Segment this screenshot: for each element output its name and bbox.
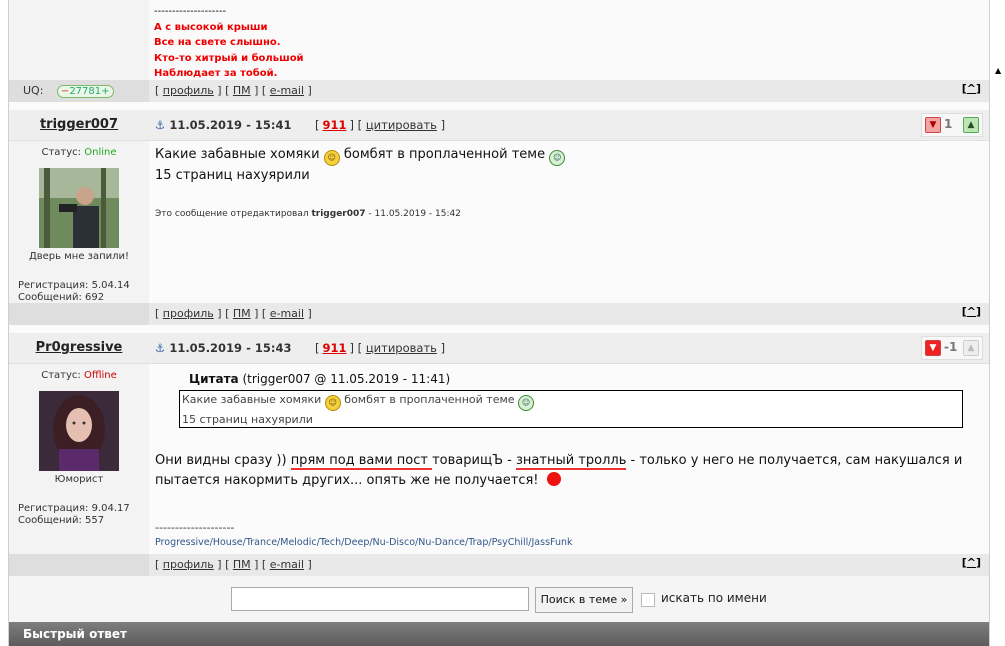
user-title: Дверь мне запили!: [28, 251, 130, 262]
profile-link[interactable]: профиль: [163, 84, 214, 97]
uq-value: 27781: [69, 86, 102, 97]
thumbs-up-icon[interactable]: ▲: [963, 340, 979, 356]
thumbs-up-icon[interactable]: ▲: [963, 117, 979, 133]
quote-meta: (trigger007 @ 11.05.2019 - 11:41): [242, 372, 451, 386]
user-links: [ профиль ] [ ПМ ] [ e-mail ]: [155, 558, 312, 571]
signature-dashes: --------------------: [154, 6, 227, 17]
uq-plus-icon[interactable]: +: [101, 86, 109, 97]
signature-line: Все на свете слышно.: [154, 37, 281, 48]
post-header: Pr0gressive ⚓ 11.05.2019 - 15:43 [911] [ …: [9, 333, 989, 364]
quote-label: Цитата: [189, 372, 239, 386]
smile-icon: ☺: [323, 150, 340, 166]
search-input[interactable]: [231, 587, 529, 611]
registration-date: Регистрация: 5.04.14: [18, 280, 130, 291]
scroll-up-arrow-icon[interactable]: ▲: [995, 66, 1001, 75]
scroll-top-button[interactable]: [^]: [962, 82, 981, 95]
signature-dashes: --------------------: [155, 521, 235, 534]
post-rating: ▼ -1 ▲: [921, 336, 983, 360]
smile-icon: ☺: [324, 395, 341, 411]
post-footer-bar: [ профиль ] [ ПМ ] [ e-mail ] [^]: [9, 303, 989, 325]
avatar[interactable]: [39, 391, 119, 471]
signature-genres: Progressive/House/Trance/Melodic/Tech/De…: [155, 537, 573, 548]
scroll-top-button[interactable]: [^]: [962, 556, 981, 569]
uq-rating: UQ: −27781+: [23, 84, 114, 98]
post-body: Какие забавные хомяки ☺ бомбят в проплач…: [155, 145, 566, 186]
post-rating: ▼ 1 ▲: [921, 113, 983, 137]
search-by-name-label: искать по имени: [661, 591, 767, 605]
post-number-link[interactable]: 911: [323, 341, 347, 355]
quote-block: Какие забавные хомяки ☺ бомбят в проплач…: [179, 390, 963, 428]
anchor-icon[interactable]: ⚓: [155, 118, 165, 132]
avatar[interactable]: [39, 168, 119, 248]
quick-reply-header[interactable]: Быстрый ответ: [9, 622, 989, 646]
registration-date: Регистрация: 9.04.17: [18, 503, 130, 514]
scroll-top-button[interactable]: [^]: [962, 305, 981, 318]
post-author[interactable]: trigger007: [9, 117, 149, 132]
quote-header: Цитата (trigger007 @ 11.05.2019 - 11:41): [189, 372, 450, 386]
search-button[interactable]: Поиск в теме »: [535, 587, 633, 613]
search-by-name-checkbox[interactable]: [641, 593, 655, 607]
rating-value: -1: [944, 340, 958, 354]
bar-user-cell: [9, 303, 149, 325]
post-actions: [911] [ цитировать ]: [315, 341, 446, 355]
post-number-link[interactable]: 911: [323, 118, 347, 132]
user-status: Статус: Offline: [41, 370, 117, 381]
thumbs-down-icon[interactable]: ▼: [925, 340, 941, 356]
user-info: Статус: Offline Юморист Регистрация: 9.0…: [9, 364, 149, 527]
pm-link[interactable]: ПМ: [233, 84, 251, 97]
email-link[interactable]: e-mail: [270, 307, 304, 320]
post-actions: [911] [ цитировать ]: [315, 118, 446, 132]
user-status: Статус: Online: [41, 147, 117, 158]
thumbs-down-icon[interactable]: ▼: [925, 117, 941, 133]
user-title: Юморист: [54, 474, 104, 485]
thread-search: Поиск в теме » искать по имени: [9, 576, 989, 622]
signature-text: -------------------- А с высокой крыши В…: [154, 4, 304, 82]
user-info: Статус: Online Дверь мне запили! Регистр…: [9, 141, 149, 304]
previous-post-signature: -------------------- А с высокой крыши В…: [9, 0, 989, 80]
post-footer-bar: [ профиль ] [ ПМ ] [ e-mail ] [^]: [9, 554, 989, 576]
signature-line: Кто-то хитрый и большой: [154, 52, 304, 64]
message-count: Сообщений: 557: [18, 515, 105, 526]
signature-line: А с высокой крыши: [154, 21, 268, 33]
edited-note: Это сообщение отредактировал trigger007 …: [155, 209, 461, 219]
status-online: Online: [84, 147, 117, 158]
pm-link[interactable]: ПМ: [233, 558, 251, 571]
quick-reply-title: Быстрый ответ: [23, 627, 127, 641]
post-body: Они видны сразу )) прям под вами пост то…: [155, 453, 963, 488]
troll-emoticon-icon: [546, 472, 561, 486]
quote-link[interactable]: цитировать: [366, 118, 437, 132]
quote-link[interactable]: цитировать: [366, 341, 437, 355]
rating-value: 1: [944, 117, 953, 131]
pm-link[interactable]: ПМ: [233, 307, 251, 320]
uq-badge: −27781+: [56, 85, 114, 98]
anchor-icon[interactable]: ⚓: [155, 341, 165, 355]
post-footer-bar: UQ: −27781+ [ профиль ] [ ПМ ] [ e-mail …: [9, 80, 989, 102]
post-header: trigger007 ⚓ 11.05.2019 - 15:41 [911] [ ц…: [9, 110, 989, 141]
forum-thread: -------------------- А с высокой крыши В…: [8, 0, 990, 646]
bar-user-cell: [9, 554, 149, 576]
profile-link[interactable]: профиль: [163, 558, 214, 571]
user-stats: Регистрация: 5.04.14 Сообщений: 692: [18, 280, 149, 304]
email-link[interactable]: e-mail: [270, 84, 304, 97]
email-link[interactable]: e-mail: [270, 558, 304, 571]
uq-label: UQ:: [23, 84, 44, 97]
post-date: ⚓ 11.05.2019 - 15:41: [155, 118, 292, 132]
post-author[interactable]: Pr0gressive: [9, 340, 149, 355]
status-offline: Offline: [83, 370, 117, 381]
user-links: [ профиль ] [ ПМ ] [ e-mail ]: [155, 84, 312, 97]
user-column: [9, 0, 149, 80]
post-date: ⚓ 11.05.2019 - 15:43: [155, 341, 292, 355]
laugh-icon: ☺: [549, 150, 566, 166]
bar-user-cell: UQ: −27781+: [9, 80, 149, 102]
profile-link[interactable]: профиль: [163, 307, 214, 320]
user-links: [ профиль ] [ ПМ ] [ e-mail ]: [155, 307, 312, 320]
laugh-icon: ☺: [518, 395, 535, 411]
user-stats: Регистрация: 9.04.17 Сообщений: 557: [18, 503, 149, 527]
